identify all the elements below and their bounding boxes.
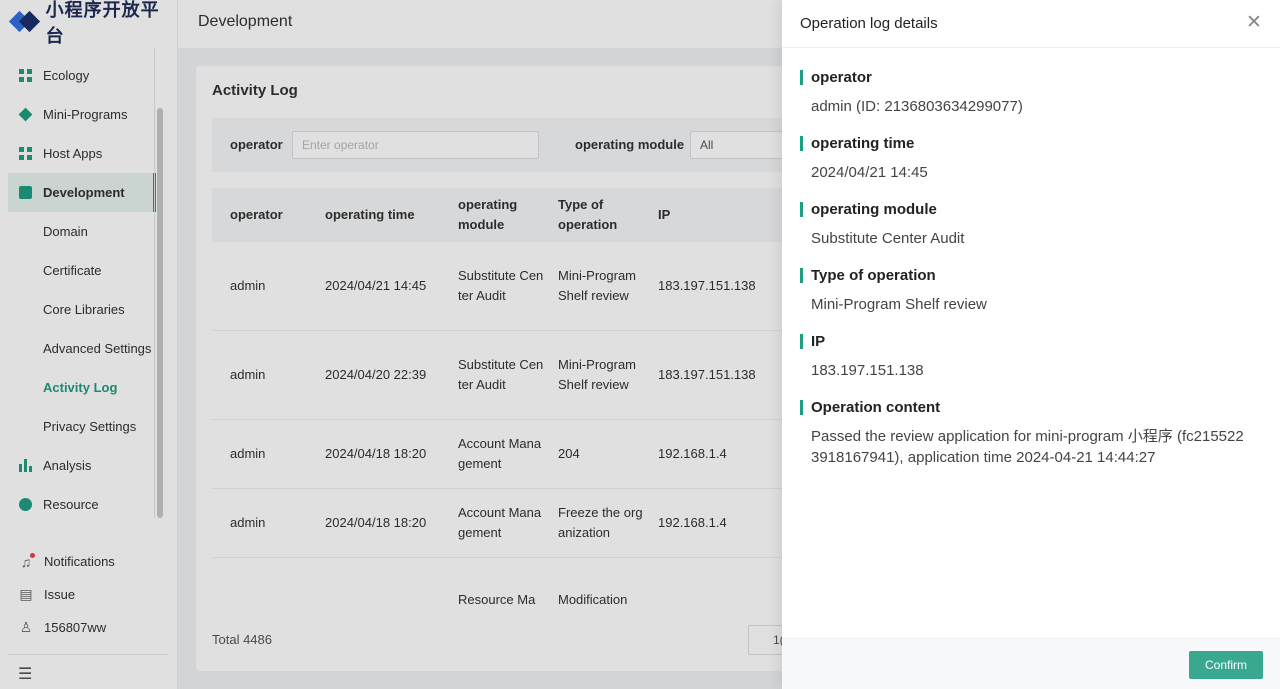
- detail-operation-type: Type of operation Mini-Program Shelf rev…: [800, 266, 1260, 315]
- detail-operator: operator admin (ID: 2136803634299077): [800, 68, 1260, 117]
- drawer-title: Operation log details: [800, 15, 938, 32]
- detail-operating-module: operating module Substitute Center Audit: [800, 200, 1260, 249]
- operation-log-drawer: Operation log details ✕ operator admin (…: [782, 0, 1280, 689]
- drawer-header: Operation log details ✕: [782, 0, 1280, 48]
- detail-value: Substitute Center Audit: [811, 230, 965, 247]
- detail-label: operator: [800, 68, 1260, 88]
- detail-label: operating module: [800, 200, 1260, 220]
- detail-ip: IP 183.197.151.138: [800, 332, 1260, 381]
- detail-value: admin (ID: 2136803634299077): [811, 98, 1023, 115]
- detail-label: Type of operation: [800, 266, 1260, 286]
- detail-label: Operation content: [800, 398, 1260, 418]
- close-icon[interactable]: ✕: [1246, 13, 1262, 33]
- detail-operating-time: operating time 2024/04/21 14:45: [800, 134, 1260, 183]
- confirm-button[interactable]: Confirm: [1189, 651, 1263, 679]
- detail-value: Mini-Program Shelf review: [811, 296, 987, 313]
- detail-value: 2024/04/21 14:45: [811, 164, 928, 181]
- drawer-footer: Confirm: [782, 638, 1280, 689]
- detail-label: operating time: [800, 134, 1260, 154]
- detail-operation-content: Operation content Passed the review appl…: [800, 398, 1260, 468]
- detail-label: IP: [800, 332, 1260, 352]
- detail-value: Passed the review application for mini-p…: [811, 428, 1244, 466]
- detail-value: 183.197.151.138: [811, 362, 924, 379]
